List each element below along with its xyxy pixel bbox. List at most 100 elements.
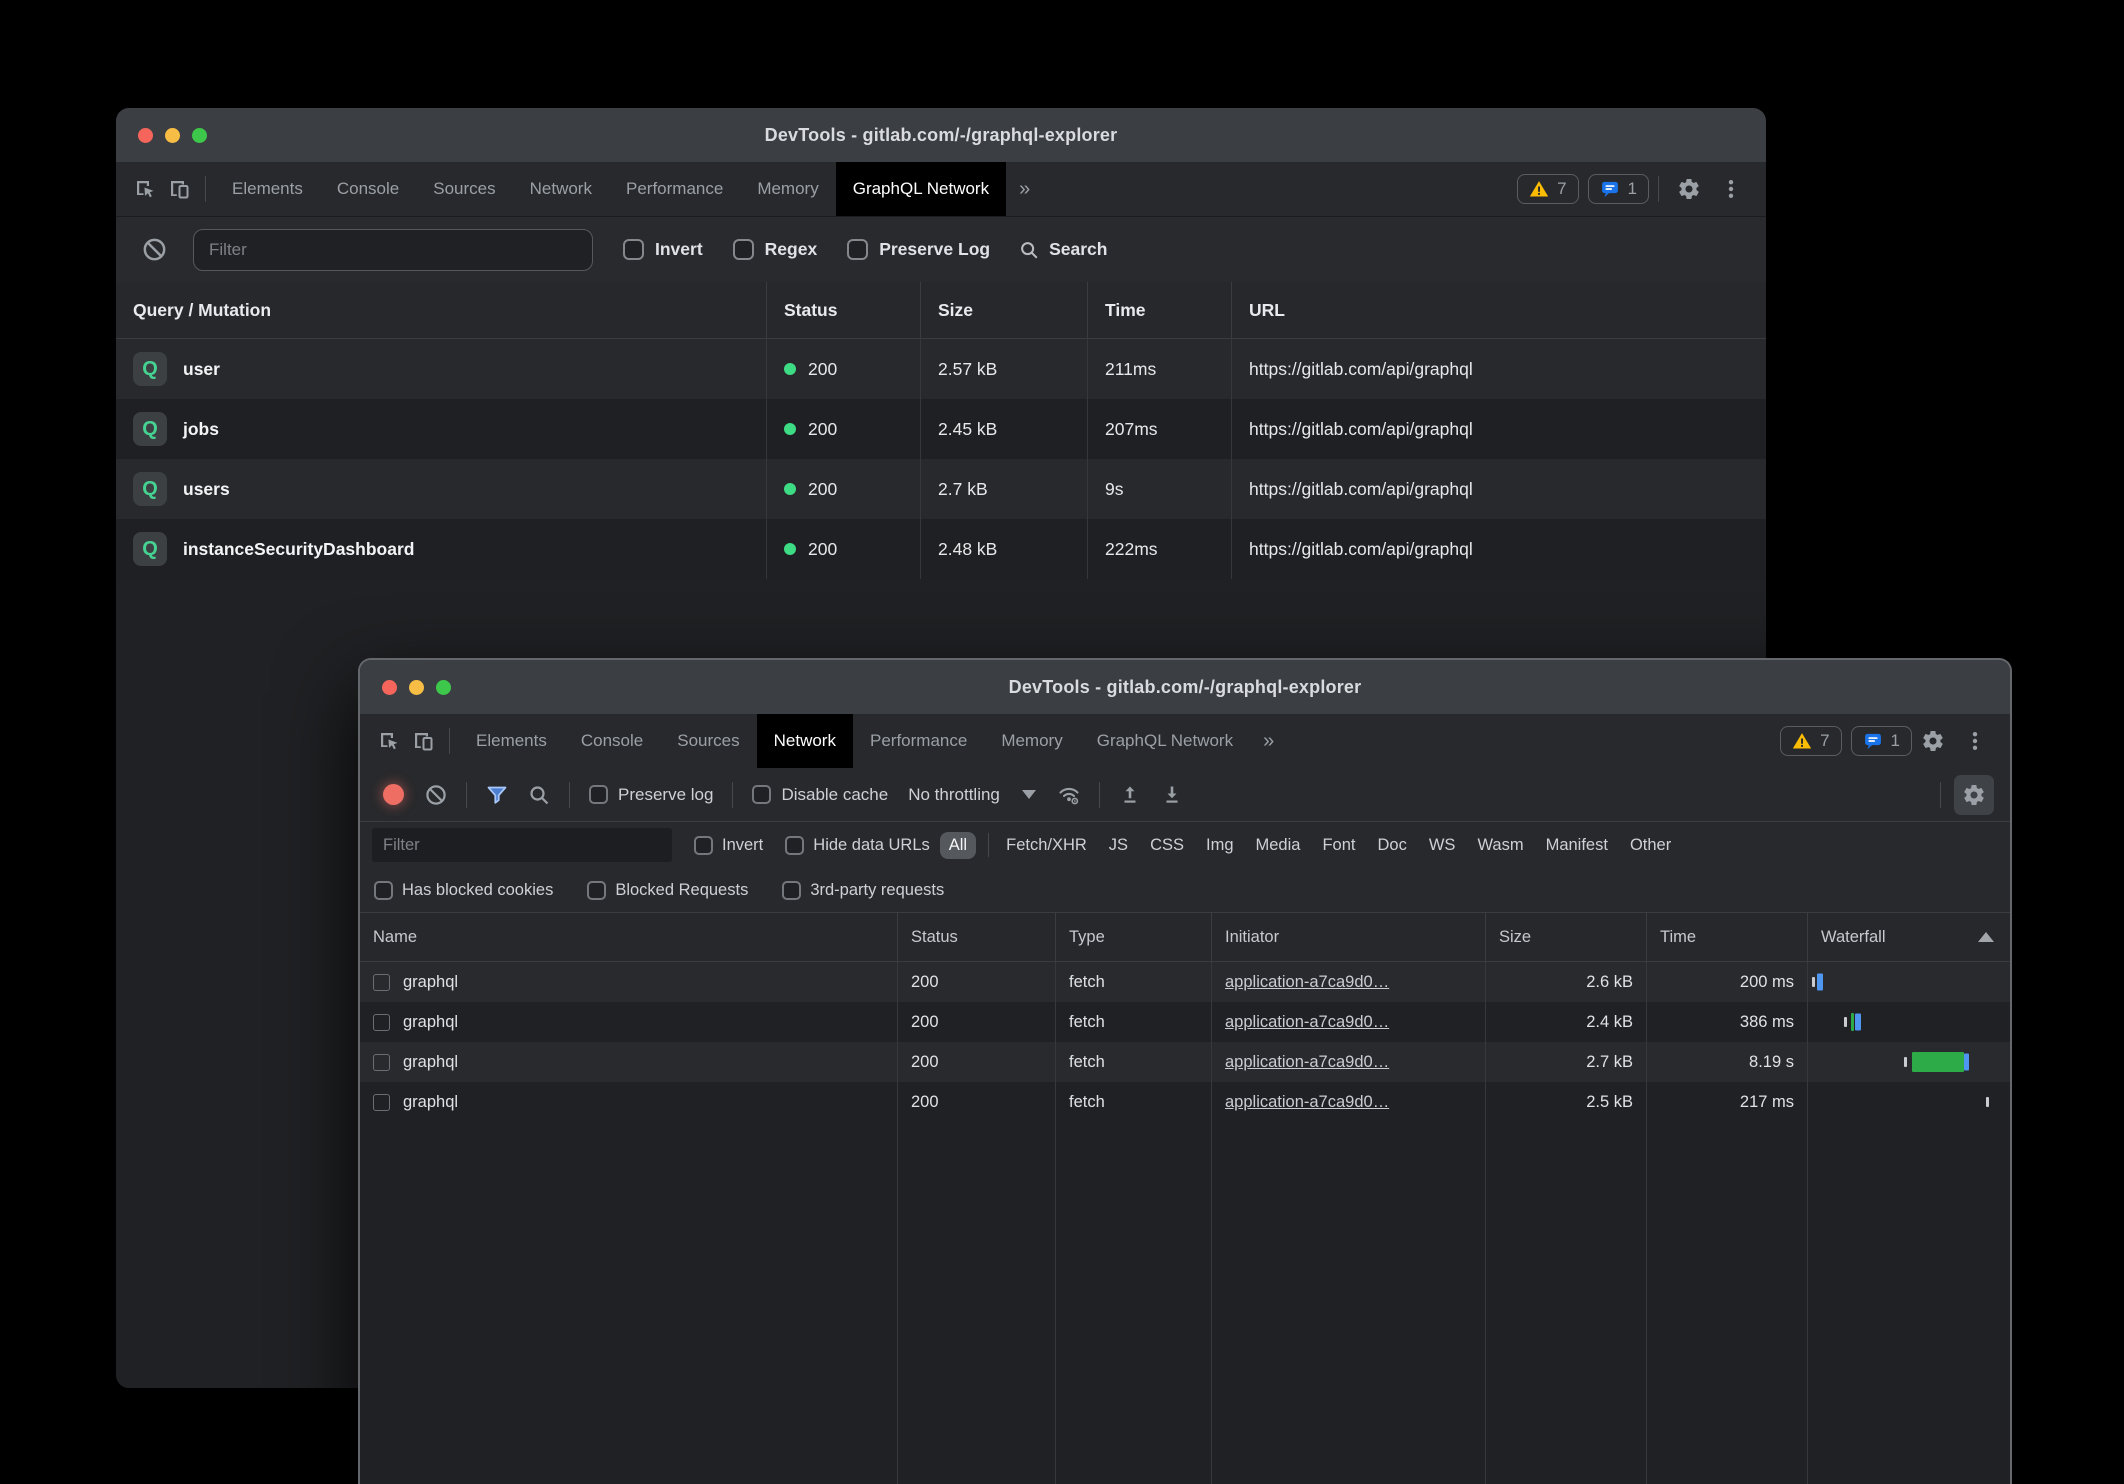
filter-chip-media[interactable]: Media [1247, 832, 1310, 859]
zoom-button[interactable] [436, 680, 451, 695]
device-toolbar-icon[interactable] [162, 172, 196, 206]
column-header-size[interactable]: Size [921, 282, 1088, 338]
filter-chip-font[interactable]: Font [1313, 832, 1364, 859]
filter-chip-wasm[interactable]: Wasm [1468, 832, 1532, 859]
import-har-icon[interactable] [1118, 783, 1142, 807]
network-conditions-icon[interactable] [1057, 783, 1081, 807]
row-checkbox[interactable] [373, 1014, 390, 1031]
column-header-time[interactable]: Time [1088, 282, 1232, 338]
chevron-down-icon[interactable] [1022, 790, 1036, 799]
kebab-menu-icon[interactable] [1963, 729, 1987, 753]
issues-badge[interactable]: 1 [1851, 726, 1912, 756]
has-blocked-cookies-checkbox[interactable] [374, 881, 393, 900]
tab-console[interactable]: Console [320, 162, 416, 216]
filter-chip-css[interactable]: CSS [1141, 832, 1193, 859]
clear-icon[interactable] [424, 783, 448, 807]
record-button[interactable] [383, 784, 404, 805]
filter-input[interactable] [193, 229, 593, 271]
request-row[interactable]: graphql 200 fetch application-a7ca9d0… 2… [360, 1002, 2010, 1042]
tab-network[interactable]: Network [757, 714, 853, 768]
settings-gear-icon[interactable] [1921, 729, 1945, 753]
close-button[interactable] [382, 680, 397, 695]
request-row[interactable]: graphql 200 fetch application-a7ca9d0… 2… [360, 962, 2010, 1002]
tab-graphql-network[interactable]: GraphQL Network [836, 162, 1006, 216]
kebab-menu-icon[interactable] [1719, 177, 1743, 201]
title-bar[interactable]: DevTools - gitlab.com/-/graphql-explorer [116, 108, 1766, 162]
tab-sources[interactable]: Sources [416, 162, 512, 216]
hide-data-urls-checkbox[interactable] [785, 836, 804, 855]
invert-checkbox[interactable] [694, 836, 713, 855]
filter-chip-manifest[interactable]: Manifest [1537, 832, 1617, 859]
inspect-element-icon[interactable] [372, 724, 406, 758]
filter-chip-doc[interactable]: Doc [1369, 832, 1416, 859]
tab-sources[interactable]: Sources [660, 714, 756, 768]
tab-elements[interactable]: Elements [215, 162, 320, 216]
invert-checkbox[interactable] [623, 239, 644, 260]
settings-gear-icon[interactable] [1677, 177, 1701, 201]
more-tabs-chevron-icon[interactable]: » [1250, 730, 1287, 753]
clear-icon[interactable] [141, 236, 168, 263]
third-party-requests-checkbox[interactable] [782, 881, 801, 900]
column-header-status[interactable]: Status [898, 913, 1056, 961]
disable-cache-checkbox[interactable] [752, 785, 771, 804]
tab-graphql-network[interactable]: GraphQL Network [1080, 714, 1250, 768]
initiator-link[interactable]: application-a7ca9d0… [1225, 1013, 1389, 1032]
filter-input[interactable] [372, 828, 672, 862]
table-row[interactable]: Q users 200 2.7 kB 9s https://gitlab.com… [116, 459, 1766, 519]
column-header-time[interactable]: Time [1647, 913, 1808, 961]
request-row[interactable]: graphql 200 fetch application-a7ca9d0… 2… [360, 1042, 2010, 1082]
filter-chip-ws[interactable]: WS [1420, 832, 1465, 859]
tab-performance[interactable]: Performance [609, 162, 740, 216]
filter-chip-all[interactable]: All [940, 832, 976, 859]
table-row[interactable]: Q user 200 2.57 kB 211ms https://gitlab.… [116, 339, 1766, 399]
column-header-type[interactable]: Type [1056, 913, 1212, 961]
inspect-element-icon[interactable] [128, 172, 162, 206]
device-toolbar-icon[interactable] [406, 724, 440, 758]
zoom-button[interactable] [192, 128, 207, 143]
network-settings-gear-icon[interactable] [1954, 775, 1994, 815]
column-header-waterfall[interactable]: Waterfall [1808, 913, 2010, 961]
column-header-size[interactable]: Size [1486, 913, 1647, 961]
column-header-status[interactable]: Status [767, 282, 921, 338]
tab-network[interactable]: Network [513, 162, 609, 216]
throttling-select[interactable]: No throttling [908, 785, 1000, 805]
search-button[interactable]: Search [1018, 239, 1107, 261]
row-checkbox[interactable] [373, 974, 390, 991]
column-header-initiator[interactable]: Initiator [1212, 913, 1486, 961]
table-row[interactable]: Q instanceSecurityDashboard 200 2.48 kB … [116, 519, 1766, 579]
issues-badge[interactable]: 1 [1588, 174, 1649, 204]
initiator-link[interactable]: application-a7ca9d0… [1225, 1053, 1389, 1072]
preserve-log-checkbox[interactable] [847, 239, 868, 260]
export-har-icon[interactable] [1160, 783, 1184, 807]
minimize-button[interactable] [165, 128, 180, 143]
filter-chip-fetch-xhr[interactable]: Fetch/XHR [997, 832, 1096, 859]
tab-console[interactable]: Console [564, 714, 660, 768]
initiator-link[interactable]: application-a7ca9d0… [1225, 1093, 1389, 1112]
blocked-requests-checkbox[interactable] [587, 881, 606, 900]
warnings-badge[interactable]: 7 [1780, 726, 1841, 756]
row-checkbox[interactable] [373, 1094, 390, 1111]
table-row[interactable]: Q jobs 200 2.45 kB 207ms https://gitlab.… [116, 399, 1766, 459]
regex-checkbox[interactable] [733, 239, 754, 260]
tab-memory[interactable]: Memory [740, 162, 835, 216]
column-header-query-mutation[interactable]: Query / Mutation [116, 282, 767, 338]
close-button[interactable] [138, 128, 153, 143]
initiator-link[interactable]: application-a7ca9d0… [1225, 973, 1389, 992]
filter-chip-js[interactable]: JS [1100, 832, 1137, 859]
tab-elements[interactable]: Elements [459, 714, 564, 768]
filter-chip-img[interactable]: Img [1197, 832, 1243, 859]
column-header-url[interactable]: URL [1232, 282, 1766, 338]
warnings-badge[interactable]: 7 [1517, 174, 1578, 204]
minimize-button[interactable] [409, 680, 424, 695]
preserve-log-checkbox[interactable] [589, 785, 608, 804]
filter-chip-other[interactable]: Other [1621, 832, 1680, 859]
filter-funnel-icon[interactable] [485, 783, 509, 807]
request-row[interactable]: graphql 200 fetch application-a7ca9d0… 2… [360, 1082, 2010, 1122]
tab-performance[interactable]: Performance [853, 714, 984, 768]
title-bar[interactable]: DevTools - gitlab.com/-/graphql-explorer [360, 660, 2010, 714]
row-checkbox[interactable] [373, 1054, 390, 1071]
search-icon[interactable] [527, 783, 551, 807]
more-tabs-chevron-icon[interactable]: » [1006, 178, 1043, 201]
tab-memory[interactable]: Memory [984, 714, 1079, 768]
column-header-name[interactable]: Name [360, 913, 898, 961]
